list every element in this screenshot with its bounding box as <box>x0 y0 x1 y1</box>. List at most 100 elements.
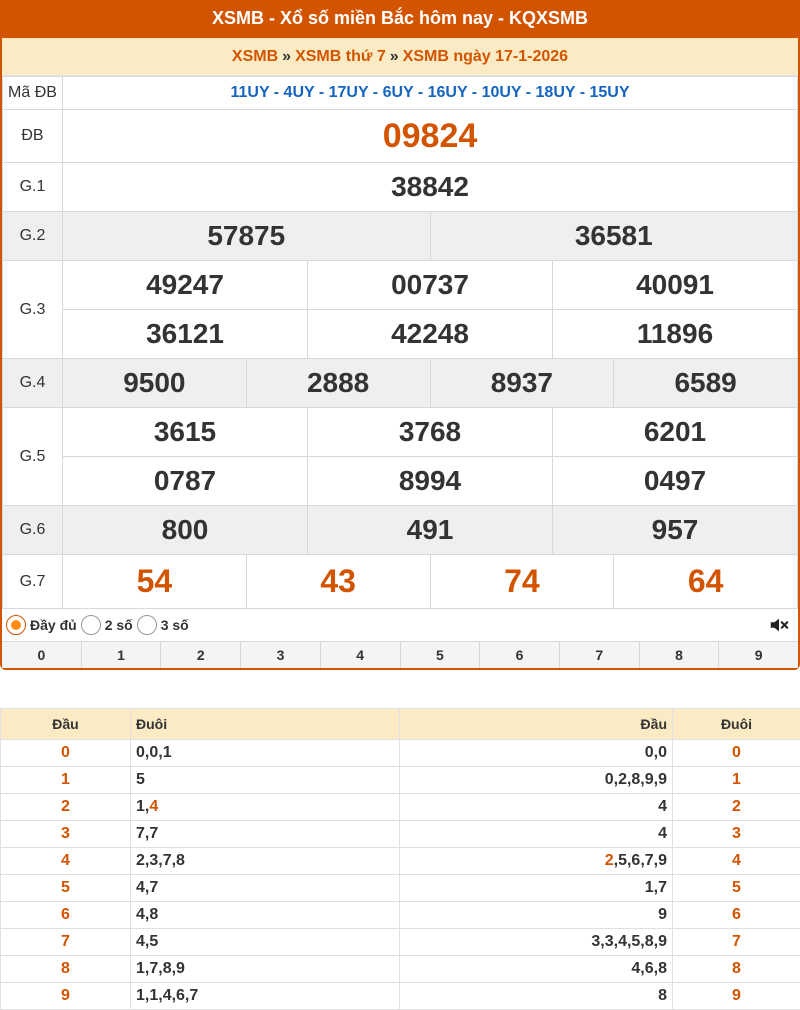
g6-label: G.6 <box>2 505 63 555</box>
tail-digit: 7 <box>672 928 800 956</box>
head-list: 3,3,4,5,8,9 <box>399 928 673 956</box>
option-full[interactable]: Đầy đủ <box>6 615 77 635</box>
g4-label: G.4 <box>2 358 63 408</box>
head-list: 4 <box>399 793 673 821</box>
breadcrumb-link-weekday[interactable]: XSMB thứ 7 <box>295 48 386 65</box>
head-digit: 0 <box>0 739 131 767</box>
digit-button[interactable]: 5 <box>400 642 481 668</box>
head-digit: 2 <box>0 793 131 821</box>
head-digit: 9 <box>0 982 131 1010</box>
table-row: 8 1,7,8,9 4,6,8 8 <box>0 955 800 983</box>
digit-button[interactable]: 4 <box>320 642 401 668</box>
tail-digit: 3 <box>672 820 800 848</box>
digit-button[interactable]: 3 <box>241 642 321 668</box>
head-list: 0,2,8,9,9 <box>399 766 673 794</box>
option-two-digits[interactable]: 2 số <box>80 615 133 635</box>
digit-button[interactable]: 8 <box>639 642 720 668</box>
tail-list: 4,7 <box>130 874 400 902</box>
prize-g6: 957 <box>552 505 798 555</box>
digit-button[interactable]: 6 <box>480 642 560 668</box>
head-list: 1,7 <box>399 874 673 902</box>
tail-list-highlight: 4 <box>149 798 159 815</box>
digit-button[interactable]: 9 <box>719 642 799 668</box>
digit-button[interactable]: 7 <box>559 642 640 668</box>
tail-digit: 8 <box>672 955 800 983</box>
prize-g3: 36121 <box>62 309 308 359</box>
prize-g6: 800 <box>62 505 308 555</box>
table-row: 9 1,1,4,6,7 8 9 <box>0 982 800 1010</box>
g5-label: G.5 <box>2 407 63 506</box>
prize-g5: 3768 <box>307 407 553 457</box>
digit-button[interactable]: 2 <box>161 642 242 668</box>
head-list-highlight: 2 <box>604 852 614 869</box>
breadcrumb-link-xsmb[interactable]: XSMB <box>232 48 278 65</box>
tail-list: 1,1,4,6,7 <box>130 982 400 1010</box>
prize-g3: 40091 <box>552 260 798 310</box>
head-list: 8 <box>399 982 673 1010</box>
loto-table: Đầu Đuôi Đầu Đuôi 0 0,0,1 0,0 0 1 5 0,2,8,9,9… <box>0 708 800 1010</box>
tail-list: 1,7,8,9 <box>130 955 400 983</box>
head-list: 2,5,6,7,9 <box>399 847 673 875</box>
head-list: 0,0 <box>399 739 673 767</box>
prize-g4: 2888 <box>245 358 431 408</box>
tail-list: 0,0,1 <box>130 739 400 767</box>
prize-g3: 00737 <box>307 260 553 310</box>
radio-full[interactable] <box>6 615 26 635</box>
head-digit: 4 <box>0 847 131 875</box>
g2-label: G.2 <box>2 211 63 261</box>
radio-three-digits[interactable] <box>136 615 157 635</box>
madb-label: Mã ĐB <box>2 76 63 110</box>
db-label: ĐB <box>2 109 63 163</box>
option-full-label: Đầy đủ <box>30 617 77 633</box>
option-two-label: 2 số <box>104 617 133 633</box>
display-options: Đầy đủ 2 số 3 số <box>2 609 798 641</box>
option-three-digits[interactable]: 3 số <box>136 615 189 635</box>
prize-g4: 6589 <box>613 358 798 408</box>
tail-list: 4,8 <box>130 901 400 929</box>
head-list: 9 <box>399 901 673 929</box>
table-row: 2 1,4 4 2 <box>0 793 800 821</box>
prize-g5: 8994 <box>307 456 553 506</box>
head-list: 4,6,8 <box>399 955 673 983</box>
prize-g5: 3615 <box>62 407 308 457</box>
tail-digit: 9 <box>672 982 800 1010</box>
prize-g4: 8937 <box>429 358 615 408</box>
radio-two-digits[interactable] <box>80 615 101 635</box>
head-list-part: ,5,6,7,9 <box>613 852 667 869</box>
breadcrumb: XSMB» XSMB thứ 7» XSMB ngày 17-1-2026 <box>2 38 798 76</box>
prize-g7: 74 <box>429 554 615 609</box>
table-row: 4 2,3,7,8 2,5,6,7,9 4 <box>0 847 800 875</box>
g7-label: G.7 <box>2 554 63 609</box>
head-digit: 8 <box>0 955 131 983</box>
table-row: 5 4,7 1,7 5 <box>0 874 800 902</box>
tail-digit: 1 <box>672 766 800 794</box>
prize-g7: 64 <box>613 554 798 609</box>
prize-g5: 0497 <box>552 456 798 506</box>
tail-digit: 4 <box>672 847 800 875</box>
table-row: 7 4,5 3,3,4,5,8,9 7 <box>0 928 800 956</box>
madb-codes: 11UY - 4UY - 17UY - 6UY - 16UY - 10UY - … <box>62 76 798 110</box>
breadcrumb-link-date[interactable]: XSMB ngày 17-1-2026 <box>403 48 568 65</box>
breadcrumb-separator: » <box>282 48 292 65</box>
head-list: 4 <box>399 820 673 848</box>
tail-list: 7,7 <box>130 820 400 848</box>
digit-button[interactable]: 1 <box>81 642 162 668</box>
tail-list: 2,3,7,8 <box>130 847 400 875</box>
mute-icon[interactable] <box>768 614 790 636</box>
table-row: 3 7,7 4 3 <box>0 820 800 848</box>
header-head-reverse: Đầu <box>399 708 673 740</box>
digit-button[interactable]: 0 <box>2 642 82 668</box>
page-title: XSMB - Xổ số miền Bắc hôm nay - KQXSMB <box>0 0 800 38</box>
prize-g7: 43 <box>245 554 431 609</box>
prize-g2: 36581 <box>429 211 798 261</box>
head-digit: 1 <box>0 766 131 794</box>
prize-g3: 49247 <box>62 260 308 310</box>
head-digit: 6 <box>0 901 131 929</box>
results-box: XSMB» XSMB thứ 7» XSMB ngày 17-1-2026 Mã Đ… <box>0 38 800 670</box>
table-row: 0 0,0,1 0,0 0 <box>0 739 800 767</box>
table-row: 6 4,8 9 6 <box>0 901 800 929</box>
tail-list: 4,5 <box>130 928 400 956</box>
tail-digit: 6 <box>672 901 800 929</box>
option-three-label: 3 số <box>160 617 189 633</box>
prize-g7: 54 <box>62 554 247 609</box>
